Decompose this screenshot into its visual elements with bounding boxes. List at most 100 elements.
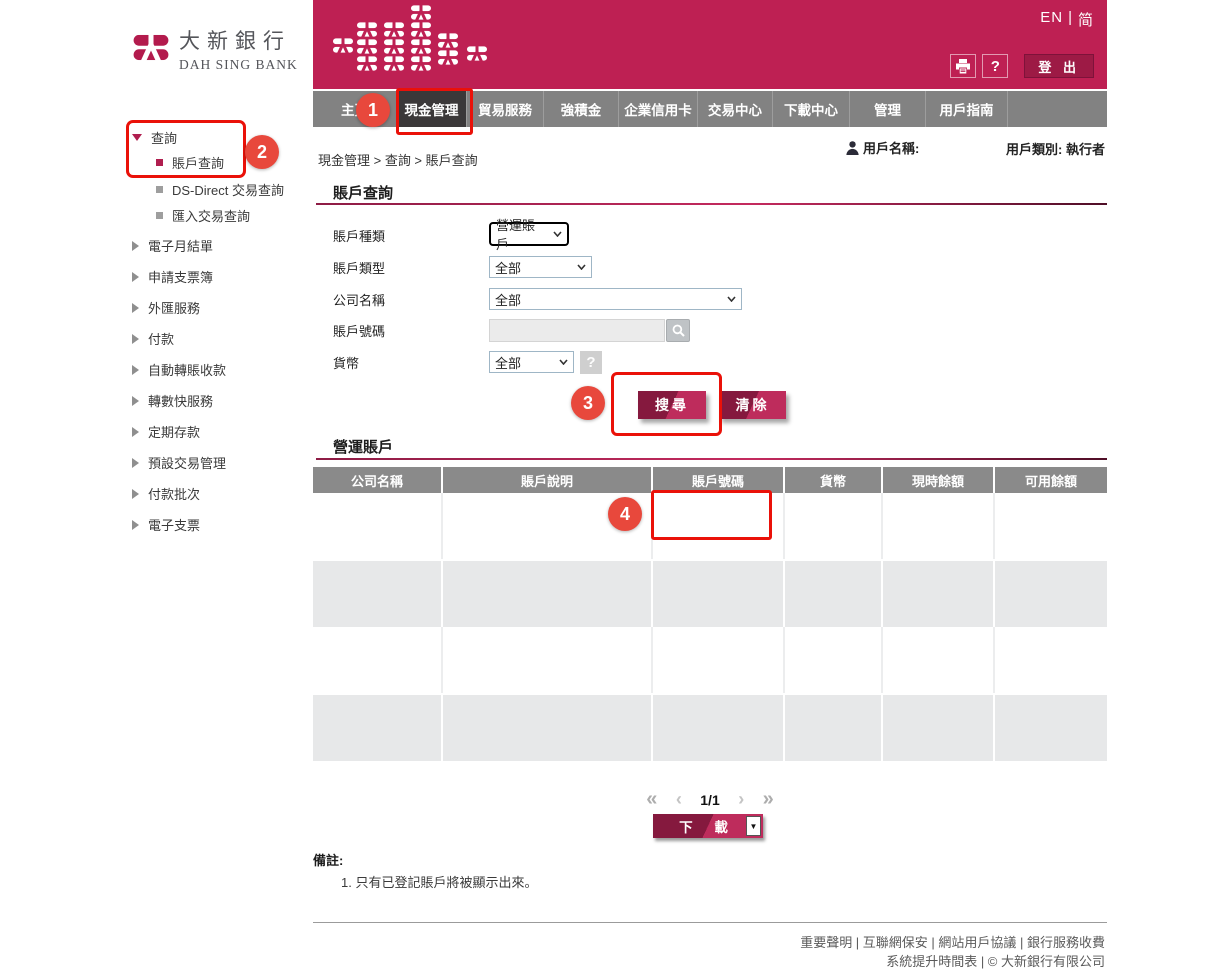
download-label: 下 載	[679, 816, 737, 836]
logout-button[interactable]: 登 出	[1024, 54, 1094, 78]
col-current-balance: 現時餘額	[883, 467, 995, 493]
col-company-name: 公司名稱	[313, 467, 443, 493]
sidebar-item-label: 定期存款	[148, 422, 200, 441]
sidebar-item-e-statement[interactable]: 電子月結單	[132, 236, 213, 255]
field-label-account-kind: 賬戶種類	[333, 226, 385, 245]
breadcrumb: 現金管理 > 查詢 > 賬戶查詢	[318, 150, 478, 169]
tab-admin[interactable]: 管理	[850, 91, 926, 127]
currency-help-button[interactable]: ?	[580, 351, 602, 374]
lang-simplified-link[interactable]: 简	[1078, 9, 1094, 30]
annotation-step-3-marker: 3	[571, 386, 605, 420]
download-button[interactable]: 下 載 ▼	[653, 814, 763, 838]
tab-mpf[interactable]: 強積金	[544, 91, 619, 127]
form-section-title: 賬戶查詢	[333, 182, 393, 203]
triangle-right-icon	[132, 303, 139, 313]
chevron-down-icon	[727, 296, 736, 302]
sidebar-item-e-cheque[interactable]: 電子支票	[132, 515, 200, 534]
nav-filler	[1008, 91, 1107, 127]
next-page-icon[interactable]: ›	[738, 789, 744, 810]
company-name-select[interactable]: 全部	[489, 288, 742, 310]
page: 大新銀行 DAH SING BANK 查詢 賬戶查詢 DS-Direct 交易查…	[0, 0, 1217, 978]
notes-title: 備註:	[313, 850, 343, 869]
table-header-row: 公司名稱 賬戶說明 賬戶號碼 貨幣 現時餘額 可用餘額	[313, 467, 1107, 493]
triangle-right-icon	[132, 241, 139, 251]
sidebar-item-label: 電子月結單	[148, 236, 213, 255]
account-number-input[interactable]	[489, 319, 665, 342]
sidebar-item-autopay-collection[interactable]: 自動轉賬收款	[132, 360, 226, 379]
bank-logo-icon	[133, 31, 169, 64]
footer-divider	[313, 922, 1107, 923]
search-button[interactable]: 搜尋	[638, 391, 706, 419]
sidebar-item-label: 付款批次	[148, 484, 200, 503]
currency-value: 全部	[495, 353, 521, 372]
tab-trading-center[interactable]: 交易中心	[698, 91, 773, 127]
annotation-step-2-marker: 2	[245, 135, 279, 169]
bank-name-en: DAH SING BANK	[179, 57, 298, 73]
lang-en-link[interactable]: EN	[1040, 9, 1063, 30]
prev-page-icon[interactable]: ‹	[676, 789, 682, 810]
bullet-square-icon	[156, 159, 163, 166]
bank-name-cn: 大新銀行	[179, 31, 298, 52]
first-page-icon[interactable]: «	[646, 788, 657, 811]
col-account-number: 賬戶號碼	[653, 467, 785, 493]
col-account-description: 賬戶說明	[443, 467, 653, 493]
download-dropdown-arrow[interactable]: ▼	[746, 816, 761, 836]
table-section-title: 營運賬戶	[333, 436, 393, 457]
triangle-right-icon	[132, 396, 139, 406]
user-type-label: 用戶類別: 執行者	[1006, 139, 1105, 158]
footer-links-line2[interactable]: 系統提升時間表 | © 大新銀行有限公司	[886, 951, 1105, 970]
sidebar-item-label: 自動轉賬收款	[148, 360, 226, 379]
help-button[interactable]: ?	[982, 54, 1008, 78]
triangle-right-icon	[132, 272, 139, 282]
sidebar-item-payment-batch[interactable]: 付款批次	[132, 484, 200, 503]
triangle-down-icon	[132, 134, 142, 141]
triangle-right-icon	[132, 334, 139, 344]
sidebar-item-ds-direct-inquiry[interactable]: DS-Direct 交易查詢	[156, 180, 284, 199]
account-kind-select[interactable]: 營運賬戶	[489, 222, 569, 246]
section-divider	[316, 458, 1107, 460]
sidebar-item-inward-remittance-inquiry[interactable]: 匯入交易查詢	[156, 206, 250, 225]
section-divider	[316, 203, 1107, 205]
sidebar-group-inquiry[interactable]: 查詢	[132, 128, 177, 147]
lang-divider: |	[1068, 9, 1073, 30]
sidebar-item-payment[interactable]: 付款	[132, 329, 174, 348]
sidebar-item-cheque-book[interactable]: 申請支票簿	[132, 267, 213, 286]
tab-corporate-card[interactable]: 企業信用卡	[619, 91, 698, 127]
last-page-icon[interactable]: »	[763, 788, 774, 811]
accounts-table: 公司名稱 賬戶說明 賬戶號碼 貨幣 現時餘額 可用餘額	[313, 467, 1107, 761]
bullet-square-icon	[156, 212, 163, 219]
account-type-value: 全部	[495, 258, 521, 277]
currency-select[interactable]: 全部	[489, 351, 574, 373]
field-label-account-type: 賬戶類型	[333, 258, 385, 277]
sidebar-item-preset-transaction[interactable]: 預設交易管理	[132, 453, 226, 472]
sidebar-item-label: 付款	[148, 329, 174, 348]
table-row	[313, 695, 1107, 761]
footer-links-line1[interactable]: 重要聲明 | 互聯網保安 | 網站用戶協議 | 銀行服務收費	[800, 932, 1105, 951]
print-button[interactable]	[950, 54, 976, 78]
main-nav: 主頁 現金管理 貿易服務 強積金 企業信用卡 交易中心 下載中心 管理 用戶指南	[313, 91, 1107, 127]
triangle-right-icon	[132, 489, 139, 499]
bank-logo: 大新銀行 DAH SING BANK	[133, 31, 298, 73]
header-banner: EN | 简 ? 登 出	[313, 0, 1107, 89]
sidebar-item-fx-service[interactable]: 外匯服務	[132, 298, 200, 317]
tab-cash-management[interactable]: 現金管理	[397, 91, 467, 127]
tab-trade-services[interactable]: 貿易服務	[467, 91, 544, 127]
question-mark-icon: ?	[991, 58, 1000, 75]
chevron-down-icon	[577, 264, 586, 270]
pagination: « ‹ 1/1 › »	[313, 788, 1107, 811]
sidebar-item-account-inquiry[interactable]: 賬戶查詢	[156, 153, 224, 172]
field-label-currency: 貨幣	[333, 353, 359, 372]
clear-button[interactable]: 清除	[719, 391, 786, 419]
account-type-select[interactable]: 全部	[489, 256, 592, 278]
account-number-search-button[interactable]	[666, 319, 690, 342]
tab-download-center[interactable]: 下載中心	[773, 91, 850, 127]
tab-home[interactable]: 主頁	[313, 91, 397, 127]
magnifier-icon	[672, 324, 685, 337]
sidebar-item-fps-service[interactable]: 轉數快服務	[132, 391, 213, 410]
sidebar-item-time-deposit[interactable]: 定期存款	[132, 422, 200, 441]
col-currency: 貨幣	[785, 467, 883, 493]
triangle-right-icon	[132, 365, 139, 375]
note-item: 1. 只有已登記賬戶將被顯示出來。	[341, 872, 537, 891]
tab-user-guide[interactable]: 用戶指南	[926, 91, 1008, 127]
field-label-account-number: 賬戶號碼	[333, 321, 385, 340]
